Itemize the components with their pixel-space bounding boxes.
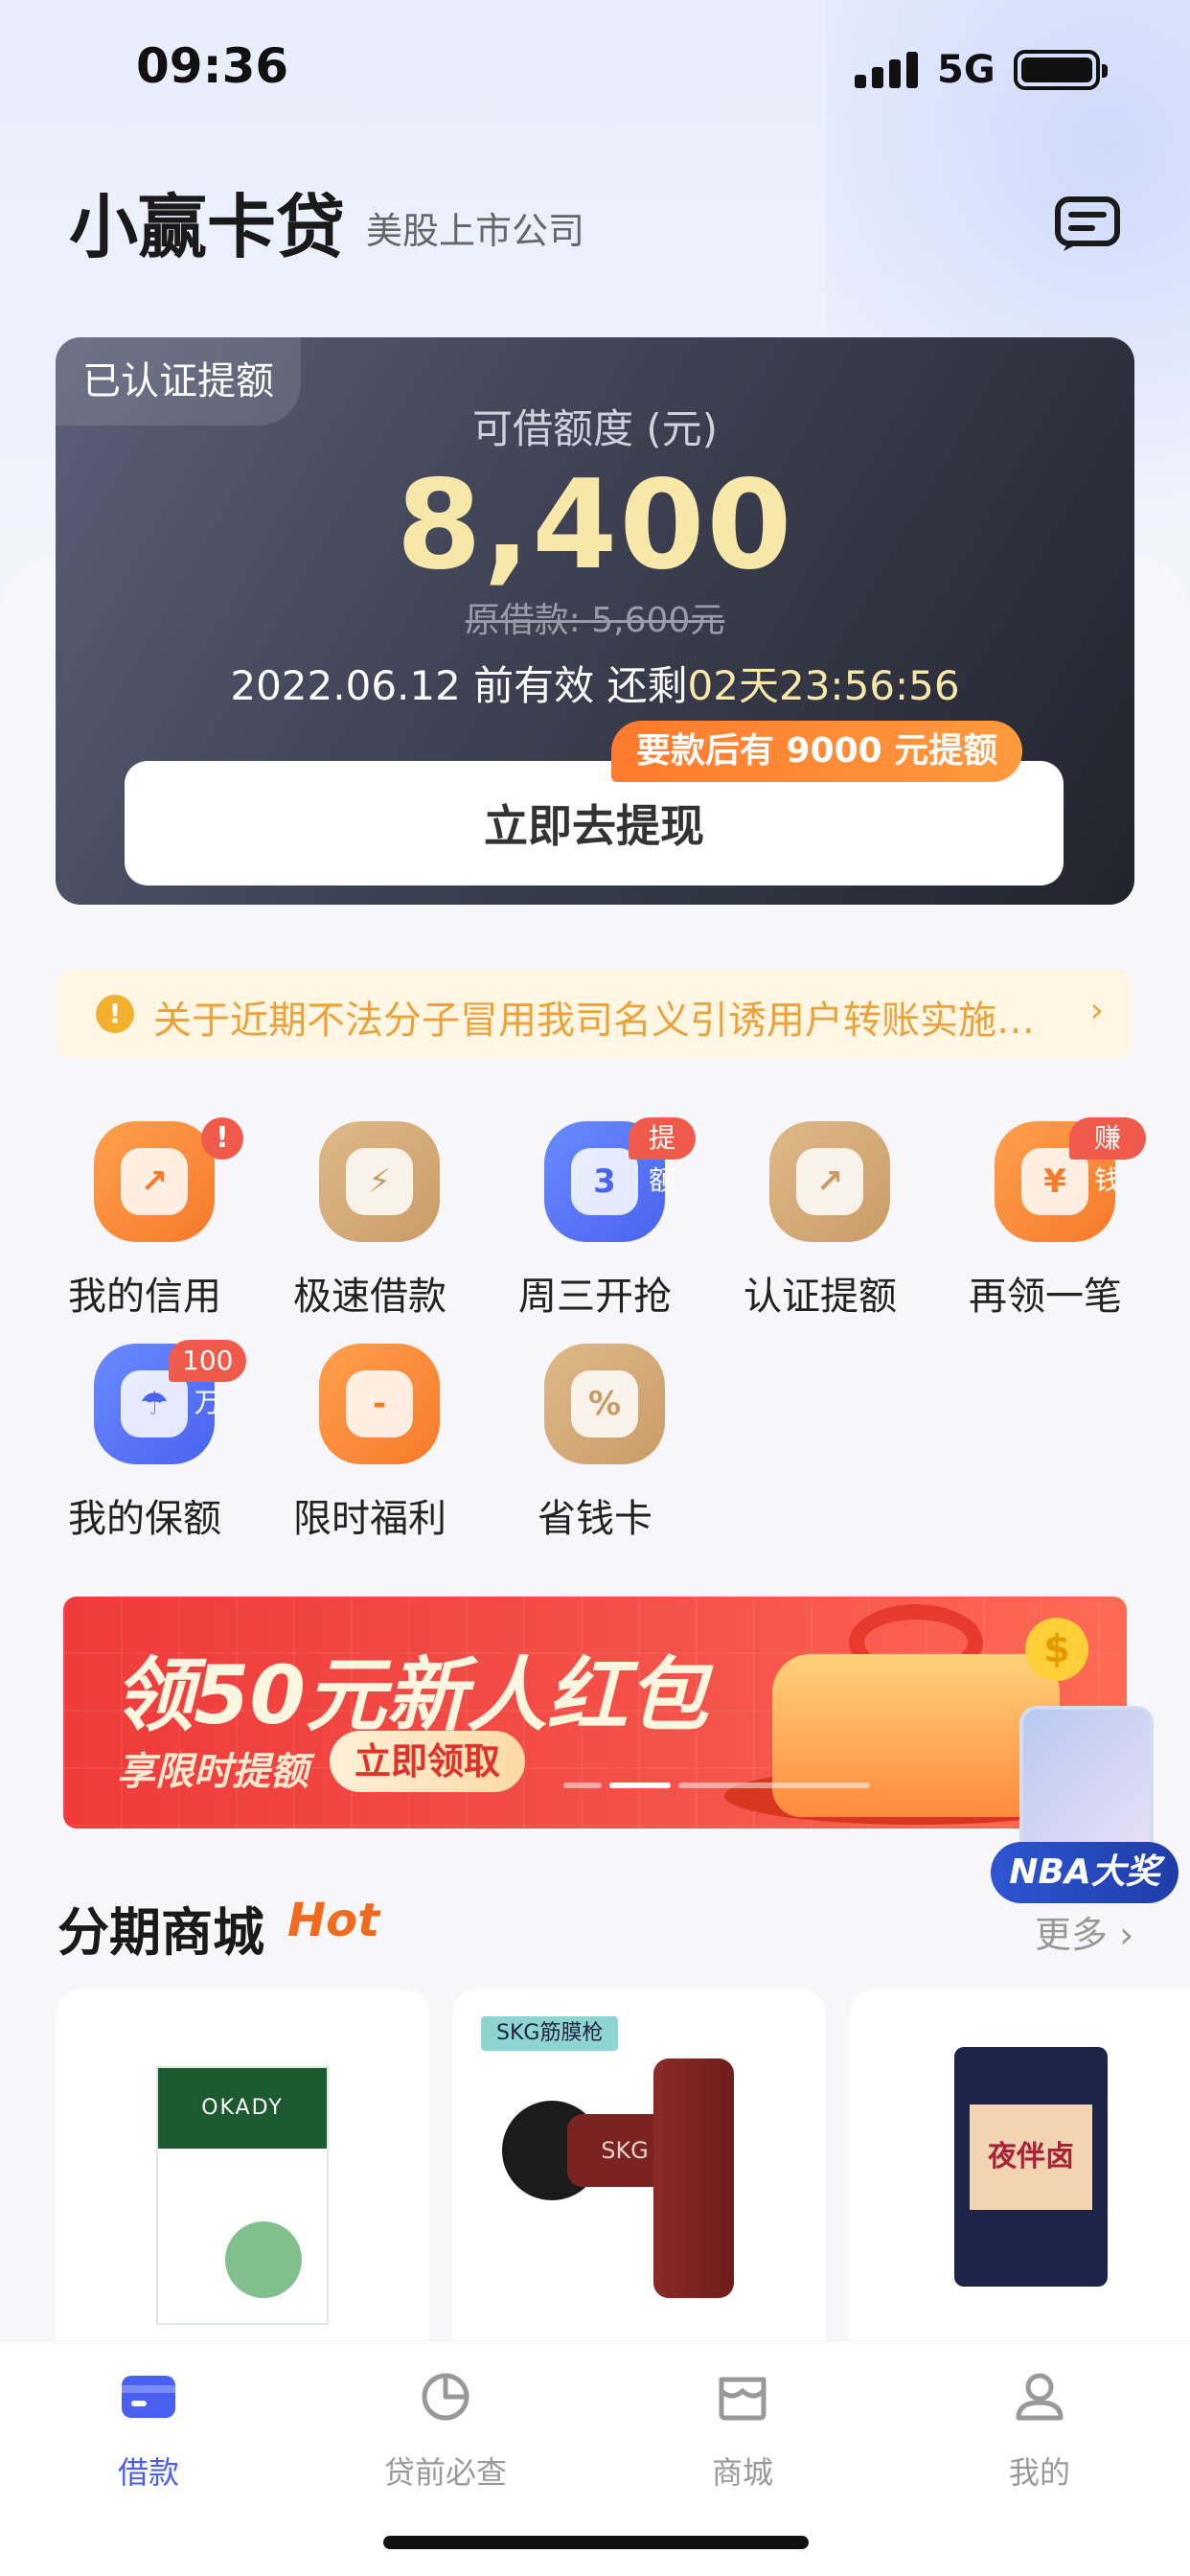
validity-prefix: 2022.06.12 前有效 还剩 — [230, 662, 688, 709]
tab-label: 贷前必查 — [383, 2454, 507, 2491]
banner-subtitle: 享限时提额 — [117, 1750, 309, 1794]
promo-banner[interactable]: 领50元新人红包 享限时提额 立即领取 $ — [63, 1597, 1127, 1828]
user-icon — [1016, 2373, 1064, 2421]
product-brand: OKADY — [158, 2068, 327, 2149]
grid-glyph: ⚡ — [346, 1148, 413, 1215]
grid-item-my-coverage[interactable]: ☂ 100万 我的保额 — [44, 1340, 247, 1545]
grid-label: 再领一笔 — [969, 1275, 1122, 1319]
grid-item-verify-limit[interactable]: ↗ 认证提额 — [720, 1121, 921, 1322]
tab-mine[interactable]: 我的 — [891, 2370, 1188, 2514]
tab-pre-check[interactable]: 贷前必查 — [297, 2370, 594, 2514]
product-image: OKADY — [156, 2066, 329, 2325]
network-type: 5G — [937, 48, 995, 92]
grid-label: 认证提额 — [744, 1275, 897, 1319]
message-icon[interactable] — [1054, 196, 1121, 253]
tab-mall[interactable]: 商城 — [594, 2370, 891, 2514]
limit-value: 8,400 — [396, 454, 794, 597]
grid-glyph: ↗ — [121, 1148, 188, 1215]
grid-glyph: % — [571, 1370, 638, 1438]
product-card[interactable]: 夜伴卤 — [849, 1990, 1190, 2373]
credit-shield-icon: ↗ — [94, 1121, 215, 1242]
claim-button[interactable]: 立即领取 — [330, 1731, 526, 1792]
validity-text: 2022.06.12 前有效 还剩02天23:56:56 — [56, 654, 1134, 712]
countdown-timer: 02天23:56:56 — [687, 662, 960, 709]
notice-text: 关于近期不法分子冒用我司名义引诱用户转账实施… — [153, 999, 1035, 1043]
increase-badge: 提额 — [629, 1117, 696, 1196]
coin-icon: $ — [1025, 1618, 1088, 1681]
massager-handle — [653, 2058, 734, 2298]
carousel-dot — [678, 1782, 870, 1788]
product-brand-tag: SKG筋膜枪 — [481, 2016, 619, 2051]
promo-badge: 要款后有 9000 元提额 — [611, 721, 1023, 782]
gift-box-icon: - — [319, 1344, 440, 1464]
app-subtitle: 美股上市公司 — [366, 210, 585, 252]
card-icon — [122, 2376, 175, 2418]
tab-label: 商城 — [711, 2454, 773, 2491]
grid-label: 周三开抢 — [518, 1275, 672, 1319]
earn-badge: 赚钱 — [1069, 1117, 1146, 1196]
chevron-right-icon: › — [1089, 991, 1104, 1030]
grid-glyph: - — [346, 1370, 413, 1438]
carousel-dot — [563, 1782, 602, 1788]
warning-icon: ! — [96, 995, 134, 1033]
banner-title: 领50元新人红包 — [113, 1648, 708, 1742]
floating-ad-label: NBA大奖 — [991, 1842, 1179, 1903]
home-indicator[interactable] — [383, 2536, 809, 2549]
original-loan: 原借款: 5,600元 — [465, 601, 725, 640]
shop-icon — [719, 2377, 767, 2421]
grid-item-fast-loan[interactable]: ⚡ 极速借款 — [269, 1121, 470, 1322]
carousel-indicator — [563, 1782, 878, 1788]
status-bar: 09:36 5G — [0, 0, 1190, 134]
product-card[interactable]: SKG筋膜枪 SKG — [452, 1990, 826, 2373]
coverage-badge: 100万 — [169, 1340, 247, 1418]
phone-image — [1019, 1706, 1154, 1859]
tab-loan[interactable]: 借款 — [0, 2370, 297, 2514]
alert-badge: ! — [201, 1117, 243, 1160]
leaf-graphic — [225, 2221, 302, 2298]
grid-label: 我的信用 — [68, 1275, 221, 1319]
status-time: 09:36 — [136, 38, 289, 94]
app-title: 小赢卡贷 — [69, 187, 346, 267]
coupon-icon: % — [544, 1344, 665, 1464]
grid-label: 限时福利 — [293, 1497, 446, 1541]
more-label: 更多 — [1035, 1914, 1109, 1956]
product-image: 夜伴卤 — [954, 2047, 1108, 2287]
grid-label: 省钱卡 — [538, 1497, 652, 1541]
grid-item-wednesday[interactable]: 3 提额 周三开抢 — [494, 1117, 696, 1322]
grid-label: 我的保额 — [68, 1497, 221, 1541]
floating-ad[interactable]: NBA大奖 — [991, 1706, 1179, 1917]
carousel-dot-active — [609, 1782, 671, 1788]
tab-label: 借款 — [117, 2454, 179, 2491]
grid-item-my-credit[interactable]: ↗ ! 我的信用 — [44, 1117, 245, 1322]
battery-icon — [1014, 50, 1108, 90]
grid-item-limited-benefit[interactable]: - 限时福利 — [269, 1344, 470, 1545]
grid-glyph: 3 — [571, 1148, 638, 1215]
tab-label: 我的 — [1008, 2454, 1070, 2491]
gauge-icon: ↗ — [769, 1121, 890, 1242]
credit-limit-card: 已认证提额 可借额度 (元) 8,400 原借款: 5,600元 2022.06… — [56, 337, 1134, 905]
product-brand: 夜伴卤 — [970, 2104, 1092, 2210]
more-link[interactable]: 更多 › — [1035, 1905, 1133, 1958]
mall-title: 分期商城 — [57, 1902, 264, 1963]
limit-label: 可借额度 (元) — [471, 405, 719, 452]
hot-label: Hot — [287, 1894, 380, 1947]
grid-glyph: ↗ — [796, 1148, 863, 1215]
notice-bar[interactable]: ! 关于近期不法分子冒用我司名义引诱用户转账实施… › — [57, 970, 1131, 1058]
product-card[interactable]: OKADY — [56, 1990, 429, 2373]
grid-label: 极速借款 — [293, 1275, 446, 1319]
pie-chart-icon — [422, 2373, 469, 2421]
grid-item-another-loan[interactable]: ¥ 赚钱 再领一笔 — [945, 1117, 1146, 1322]
signal-icon — [855, 50, 922, 88]
grid-item-saving-card[interactable]: % 省钱卡 — [494, 1344, 696, 1545]
money-bag-icon: ⚡ — [319, 1121, 440, 1242]
